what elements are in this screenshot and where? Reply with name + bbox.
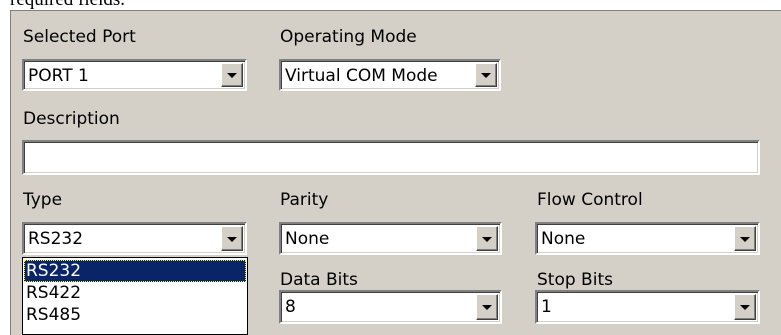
type-option-rs422[interactable]: RS422 [24, 282, 246, 304]
chevron-down-icon [227, 236, 237, 242]
chevron-down-icon [482, 305, 492, 310]
data-bits-label: Data Bits [280, 270, 358, 290]
parity-dropdown-button[interactable] [476, 226, 498, 251]
stop-bits-dropdown-button[interactable] [734, 294, 756, 320]
operating-mode-label: Operating Mode [280, 27, 417, 47]
chevron-down-icon [481, 73, 491, 78]
operating-mode-value: Virtual COM Mode [285, 66, 438, 86]
chevron-down-icon [740, 236, 750, 242]
stop-bits-combo[interactable]: 1 [535, 290, 760, 324]
operating-mode-dropdown-button[interactable] [475, 63, 497, 87]
description-label: Description [23, 109, 120, 129]
selected-port-combo[interactable]: PORT 1 [22, 59, 247, 91]
type-option-rs232[interactable]: RS232 [24, 260, 246, 282]
selected-port-label: Selected Port [23, 27, 136, 47]
chevron-down-icon [740, 305, 750, 310]
parity-combo[interactable]: None [279, 222, 502, 255]
operating-mode-combo[interactable]: Virtual COM Mode [279, 59, 501, 91]
data-bits-value: 8 [285, 297, 296, 317]
parity-label: Parity [280, 190, 329, 210]
type-combo[interactable]: RS232 [22, 222, 247, 255]
type-option-rs485[interactable]: RS485 [24, 304, 246, 326]
chevron-down-icon [227, 73, 237, 78]
type-label: Type [23, 190, 63, 210]
selected-port-dropdown-button[interactable] [221, 63, 243, 87]
chevron-down-icon [482, 236, 492, 242]
stop-bits-value: 1 [541, 297, 552, 317]
type-dropdown-button[interactable] [221, 226, 243, 251]
parity-value: None [285, 229, 330, 249]
selected-port-value: PORT 1 [28, 66, 89, 86]
data-bits-dropdown-button[interactable] [476, 294, 498, 320]
type-dropdown-list: RS232 RS422 RS485 [22, 257, 248, 335]
flow-control-label: Flow Control [537, 190, 643, 210]
type-value: RS232 [28, 229, 84, 249]
data-bits-combo[interactable]: 8 [279, 290, 502, 324]
stop-bits-label: Stop Bits [537, 270, 613, 290]
flow-control-dropdown-button[interactable] [734, 226, 756, 251]
flow-control-combo[interactable]: None [535, 222, 760, 255]
description-input[interactable] [22, 140, 760, 175]
flow-control-value: None [541, 229, 586, 249]
